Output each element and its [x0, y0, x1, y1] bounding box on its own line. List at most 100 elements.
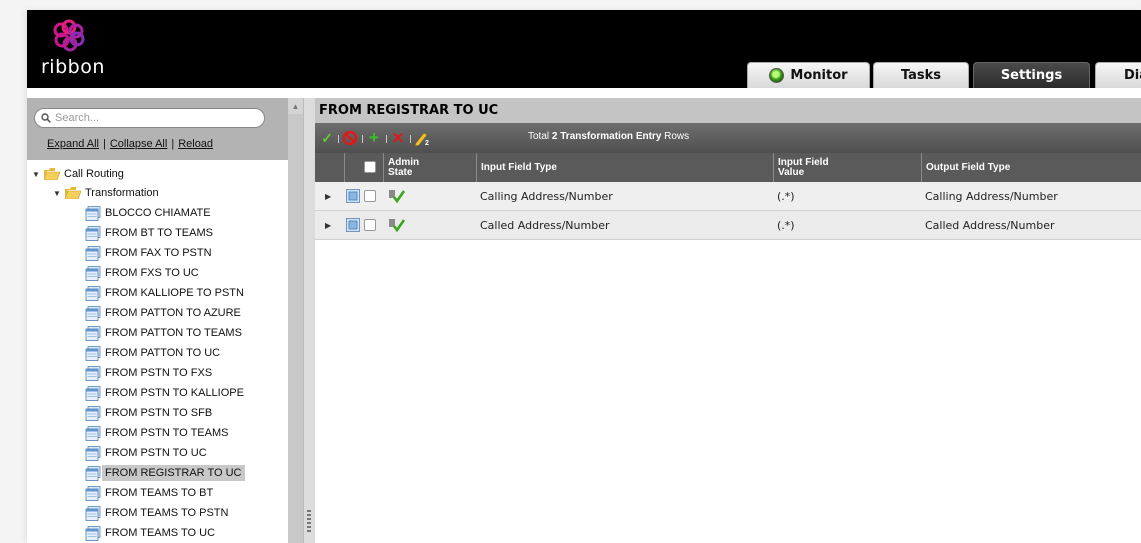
panel-title: FROM REGISTRAR TO UC: [315, 98, 1141, 123]
tree-item[interactable]: FROM PATTON TO AZURE: [85, 303, 241, 323]
table-page-icon: [85, 325, 101, 341]
pane-splitter[interactable]: [303, 98, 315, 543]
tab-diagnostics[interactable]: Dia: [1095, 62, 1141, 88]
expand-row-arrow-icon[interactable]: ▶: [325, 192, 331, 201]
tree-label-transformation: Transformation: [85, 187, 159, 199]
expand-row-arrow-icon[interactable]: ▶: [325, 221, 331, 230]
col-admin-state[interactable]: Admin State: [383, 153, 476, 182]
select-all-checkbox[interactable]: [364, 161, 376, 173]
open-folder-icon: [65, 187, 81, 199]
tree-node-call-routing[interactable]: ▼ Call Routing: [32, 164, 124, 184]
tree-item-label: BLOCCO CHIAMATE: [105, 207, 211, 219]
add-plus-icon[interactable]: +: [366, 128, 382, 147]
row-checkbox[interactable]: [364, 219, 376, 231]
tab-diagnostics-label: Dia: [1124, 68, 1141, 83]
tree-item[interactable]: FROM PSTN TO FXS: [85, 363, 212, 383]
row-details-icon[interactable]: [346, 189, 360, 203]
table-page-icon: [85, 385, 101, 401]
tree-item[interactable]: FROM REGISTRAR TO UC: [85, 463, 245, 483]
tree-item-label: FROM FAX TO PSTN: [105, 247, 212, 259]
table-row[interactable]: ▶ Calling Address/Number (.*) Calling Addre…: [315, 182, 1141, 211]
tree-item-label: FROM PSTN TO FXS: [105, 367, 213, 379]
enable-checkmark-icon[interactable]: ✓: [319, 130, 335, 146]
cell-input-field-type: Calling Address/Number: [480, 189, 613, 203]
scroll-up-arrow-icon[interactable]: ▲: [288, 98, 303, 114]
splitter-grip-icon: [307, 510, 311, 534]
table-page-icon: [85, 205, 101, 221]
cell-input-field-value: (.*): [777, 218, 795, 232]
tree-item[interactable]: FROM FAX TO PSTN: [85, 243, 212, 263]
tab-tasks-label: Tasks: [900, 68, 942, 83]
tree-item[interactable]: BLOCCO CHIAMATE: [85, 203, 211, 223]
tree-item-label: FROM PSTN TO KALLIOPE: [105, 387, 244, 399]
table-page-icon: [85, 465, 101, 481]
expanded-arrow-icon: ▼: [32, 169, 40, 179]
row-details-icon[interactable]: [346, 218, 360, 232]
tree-item-label: FROM PSTN TO UC: [105, 447, 207, 459]
table-page-icon: [85, 525, 101, 541]
tree-item[interactable]: FROM PSTN TO TEAMS: [85, 423, 228, 443]
tab-tasks[interactable]: Tasks: [873, 62, 969, 88]
open-folder-icon: [44, 168, 60, 180]
tab-monitor[interactable]: Monitor: [747, 62, 870, 88]
tab-settings-label: Settings: [1000, 68, 1063, 83]
tree-item[interactable]: FROM PSTN TO SFB: [85, 403, 212, 423]
table-page-icon: [85, 405, 101, 421]
main-panel: FROM REGISTRAR TO UC ✓ + ✕ 2 Total 2 Tra…: [315, 98, 1141, 543]
tree-item-label: FROM FXS TO UC: [105, 267, 199, 279]
tree-item-label: FROM TEAMS TO PSTN: [105, 507, 229, 519]
table-page-icon: [85, 485, 101, 501]
tree-item[interactable]: FROM TEAMS TO PSTN: [85, 503, 228, 523]
table-page-icon: [85, 505, 101, 521]
search-input[interactable]: Search...: [34, 108, 265, 128]
table-row[interactable]: ▶ Called Address/Number (.*) Called Address…: [315, 211, 1141, 240]
search-area: Search... Expand All | Collapse All | Reload: [27, 98, 288, 160]
table-page-icon: [85, 345, 101, 361]
tree-item[interactable]: FROM PATTON TO TEAMS: [85, 323, 242, 343]
table-page-icon: [85, 245, 101, 261]
collapse-all-link[interactable]: Collapse All: [110, 138, 167, 150]
tree-label-call-routing: Call Routing: [64, 168, 124, 180]
tree-item[interactable]: FROM KALLIOPE TO PSTN: [85, 283, 244, 303]
total-rows-label: Total 2 Transformation Entry Rows: [528, 131, 690, 142]
tree-item-label: FROM KALLIOPE TO PSTN: [105, 287, 244, 299]
tree-item[interactable]: FROM BT TO TEAMS: [85, 223, 213, 243]
tree-item-label: FROM TEAMS TO BT: [105, 487, 214, 499]
disable-icon[interactable]: [342, 130, 358, 146]
tree-node-transformation[interactable]: ▼ Transformation: [53, 183, 159, 203]
table-page-icon: [85, 365, 101, 381]
tree-item[interactable]: FROM TEAMS TO BT: [85, 483, 213, 503]
tree-item-label: FROM PATTON TO AZURE: [105, 307, 241, 319]
app-window: ribbon Monitor Tasks Settings Dia Search…: [27, 10, 1141, 543]
delete-x-icon[interactable]: ✕: [390, 130, 406, 147]
tree-item-label: FROM TEAMS TO UC: [105, 527, 216, 539]
grid-header: Admin State Input Field Type Input Field V…: [315, 153, 1141, 182]
tree-item-label: FROM PATTON TO UC: [105, 347, 221, 359]
table-page-icon: [85, 425, 101, 441]
reload-link[interactable]: Reload: [178, 138, 213, 150]
tree-item[interactable]: FROM TEAMS TO UC: [85, 523, 215, 543]
tree-item[interactable]: FROM PATTON TO UC: [85, 343, 220, 363]
expanded-arrow-icon: ▼: [53, 188, 61, 198]
expand-all-link[interactable]: Expand All: [47, 138, 99, 150]
brand-name: ribbon: [41, 56, 105, 78]
table-page-icon: [85, 225, 101, 241]
search-icon: [41, 113, 51, 123]
grid-toolbar: ✓ + ✕ 2 Total 2 Transformation Entry Row…: [315, 123, 1141, 153]
table-page-icon: [85, 445, 101, 461]
sidebar-scrollbar[interactable]: ▲: [288, 98, 303, 543]
col-input-field-value[interactable]: Input Field Value: [773, 153, 921, 182]
col-output-field-type[interactable]: Output Field Type: [921, 153, 1141, 182]
cell-input-field-type: Called Address/Number: [480, 218, 610, 232]
row-checkbox[interactable]: [364, 190, 376, 202]
tree-item[interactable]: FROM PSTN TO UC: [85, 443, 207, 463]
search-placeholder: Search...: [55, 112, 100, 124]
enabled-state-icon: [389, 190, 406, 204]
tree-item-label: FROM PATTON TO TEAMS: [105, 327, 242, 339]
tree-item-label: FROM PSTN TO SFB: [105, 407, 213, 419]
edit-pencil-icon[interactable]: 2: [414, 130, 430, 146]
col-input-field-type[interactable]: Input Field Type: [476, 153, 773, 182]
tree-item[interactable]: FROM PSTN TO KALLIOPE: [85, 383, 244, 403]
tree-item[interactable]: FROM FXS TO UC: [85, 263, 199, 283]
tab-settings[interactable]: Settings: [973, 62, 1090, 88]
